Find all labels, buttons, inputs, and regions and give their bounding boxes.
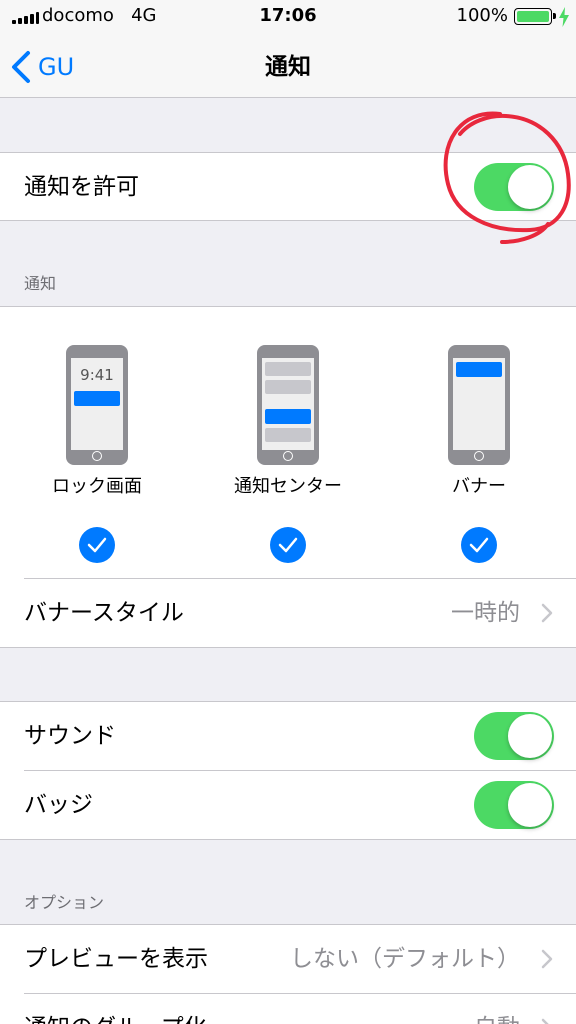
notification-center-preview-icon	[257, 345, 319, 465]
page-title: 通知	[265, 54, 311, 80]
show-previews-value: しない（デフォルト）	[290, 946, 520, 972]
badge-toggle[interactable]	[474, 781, 554, 829]
charging-icon	[559, 7, 569, 27]
sound-toggle[interactable]	[474, 712, 554, 760]
checkmark-icon	[469, 537, 489, 553]
lock-screen-preview-time: 9:41	[80, 366, 114, 384]
banner-label: バナー	[452, 476, 506, 497]
banner-style-row[interactable]: バナースタイル 一時的	[0, 579, 576, 647]
sound-badge-group: サウンド バッジ	[0, 701, 576, 840]
battery-icon	[514, 8, 556, 25]
checkmark-icon	[278, 537, 298, 553]
battery-percentage: 100%	[456, 5, 508, 26]
badge-label: バッジ	[24, 792, 93, 818]
chevron-right-icon	[541, 1018, 549, 1024]
alert-style-lock-screen[interactable]: 9:41 ロック画面	[22, 345, 172, 563]
sound-row: サウンド	[0, 702, 576, 770]
options-section-header: オプション	[24, 893, 105, 912]
chevron-right-icon	[541, 603, 553, 623]
show-previews-row[interactable]: プレビューを表示 しない（デフォルト）	[0, 925, 576, 993]
lock-screen-checkmark[interactable]	[79, 527, 115, 563]
notification-grouping-label: 通知のグループ化	[24, 1013, 207, 1024]
options-group: プレビューを表示 しない（デフォルト） 通知のグループ化 自動	[0, 924, 576, 1024]
red-circle-annotation	[443, 111, 571, 244]
alert-style-notification-center[interactable]: 通知センター	[213, 345, 363, 563]
notification-center-checkmark[interactable]	[270, 527, 306, 563]
chevron-right-icon	[541, 949, 553, 969]
banner-style-value: 一時的	[451, 600, 520, 626]
lock-screen-label: ロック画面	[52, 476, 142, 497]
sound-label: サウンド	[24, 723, 116, 749]
lock-screen-preview-icon: 9:41	[66, 345, 128, 465]
banner-style-label: バナースタイル	[24, 600, 184, 626]
allow-notifications-label: 通知を許可	[24, 173, 139, 200]
navigation-bar: GU 通知	[0, 36, 576, 98]
alerts-group: 9:41 ロック画面 通知センター バナー バナースタイル 一時的	[0, 306, 576, 648]
show-previews-label: プレビューを表示	[24, 946, 208, 972]
alerts-section-header: 通知	[24, 274, 57, 293]
badge-row: バッジ	[0, 771, 576, 839]
checkmark-icon	[87, 537, 107, 553]
notification-grouping-row[interactable]: 通知のグループ化 自動	[0, 994, 576, 1024]
notification-center-label: 通知センター	[234, 476, 342, 497]
alert-style-banner[interactable]: バナー	[404, 345, 554, 563]
status-bar: docomo 4G 17:06 100%	[0, 0, 576, 36]
banner-checkmark[interactable]	[461, 527, 497, 563]
notification-grouping-value: 自動	[474, 1013, 520, 1024]
banner-preview-icon	[448, 345, 510, 465]
